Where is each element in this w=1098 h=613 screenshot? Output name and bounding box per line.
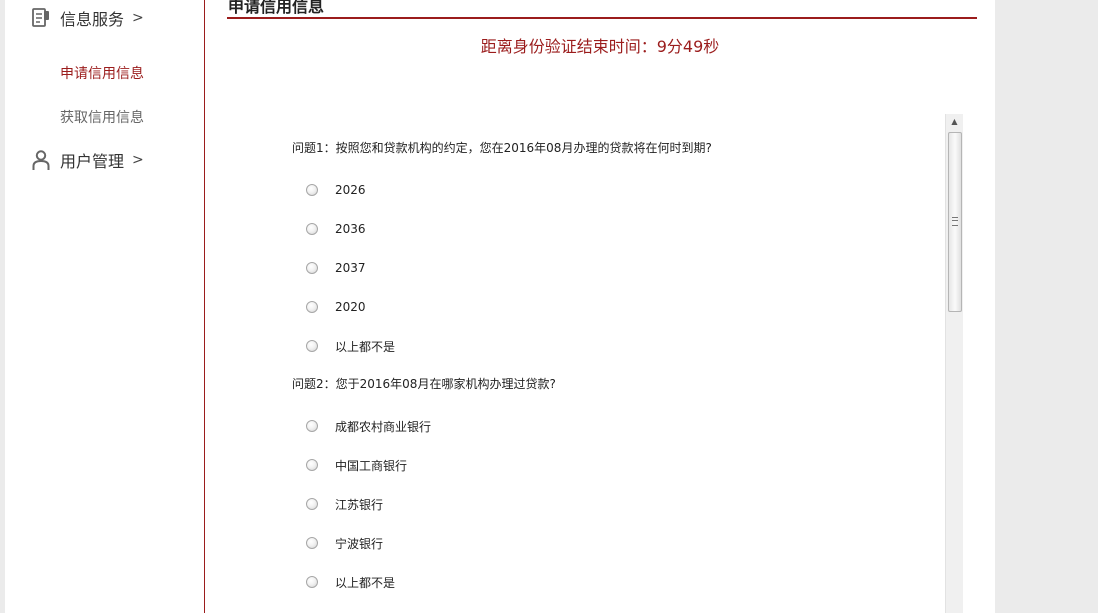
question-1-option[interactable]: 以上都不是 <box>306 338 395 354</box>
option-label: 2026 <box>335 183 366 197</box>
question-1-text: 问题1：按照您和贷款机构的约定，您在2016年08月办理的贷款将在何时到期? <box>292 141 712 155</box>
document-icon <box>31 7 51 29</box>
radio-button[interactable] <box>306 301 318 313</box>
scroll-up-arrow-icon[interactable]: ▲ <box>946 114 963 130</box>
question-2-option[interactable]: 江苏银行 <box>306 496 383 512</box>
radio-button[interactable] <box>306 223 318 235</box>
option-label: 2020 <box>335 300 366 314</box>
option-label: 2036 <box>335 222 366 236</box>
sidebar-item-get-credit-info[interactable]: 获取信用信息 <box>60 107 144 127</box>
radio-button[interactable] <box>306 459 318 471</box>
radio-button[interactable] <box>306 537 318 549</box>
chevron-right-icon: > <box>132 10 144 26</box>
title-divider <box>227 17 977 19</box>
question-1-option[interactable]: 2036 <box>306 221 366 237</box>
verification-countdown: 距离身份验证结束时间：9分49秒 <box>480 37 720 56</box>
nav-group-info-services[interactable]: 信息服务 > <box>31 5 144 31</box>
nav-group-user-management[interactable]: 用户管理 > <box>31 147 144 173</box>
user-icon <box>31 149 51 171</box>
radio-button[interactable] <box>306 576 318 588</box>
question-1-option[interactable]: 2020 <box>306 299 366 315</box>
radio-button[interactable] <box>306 262 318 274</box>
radio-button[interactable] <box>306 420 318 432</box>
option-label: 2037 <box>335 261 366 275</box>
option-label: 成都农村商业银行 <box>335 419 432 434</box>
option-label: 宁波银行 <box>335 536 384 551</box>
question-frame: 问题1：按照您和贷款机构的约定，您在2016年08月办理的贷款将在何时到期? 2… <box>227 114 962 613</box>
scroll-thumb[interactable] <box>948 132 962 312</box>
question-2-option[interactable]: 成都农村商业银行 <box>306 418 431 434</box>
option-label: 以上都不是 <box>335 339 396 354</box>
nav-group-label: 信息服务 <box>60 10 125 29</box>
question-2-option[interactable]: 以上都不是 <box>306 574 395 590</box>
option-label: 中国工商银行 <box>335 458 408 473</box>
radio-button[interactable] <box>306 498 318 510</box>
grip-icon <box>952 217 958 226</box>
radio-button[interactable] <box>306 340 318 352</box>
option-label: 以上都不是 <box>335 575 396 590</box>
question-1-option[interactable]: 2037 <box>306 260 366 276</box>
nav-group-label: 用户管理 <box>60 152 125 171</box>
chevron-right-icon: > <box>132 152 144 168</box>
question-1-option[interactable]: 2026 <box>306 182 366 198</box>
question-2-option[interactable]: 宁波银行 <box>306 535 383 551</box>
vertical-scrollbar[interactable]: ▲ <box>945 114 963 613</box>
page-panel: 信息服务 > 申请信用信息 获取信用信息 用户管理 > 申请信用信息 距离身份验… <box>5 0 995 613</box>
option-label: 江苏银行 <box>335 497 384 512</box>
question-2-option[interactable]: 中国工商银行 <box>306 457 407 473</box>
page-title: 申请信用信息 <box>228 0 325 16</box>
sidebar: 信息服务 > 申请信用信息 获取信用信息 用户管理 > <box>5 0 205 613</box>
sidebar-item-apply-credit-info[interactable]: 申请信用信息 <box>60 63 144 83</box>
main-content: 申请信用信息 距离身份验证结束时间：9分49秒 问题1：按照您和贷款机构的约定，… <box>205 0 995 613</box>
question-2-text: 问题2：您于2016年08月在哪家机构办理过贷款? <box>292 377 556 391</box>
radio-button[interactable] <box>306 184 318 196</box>
